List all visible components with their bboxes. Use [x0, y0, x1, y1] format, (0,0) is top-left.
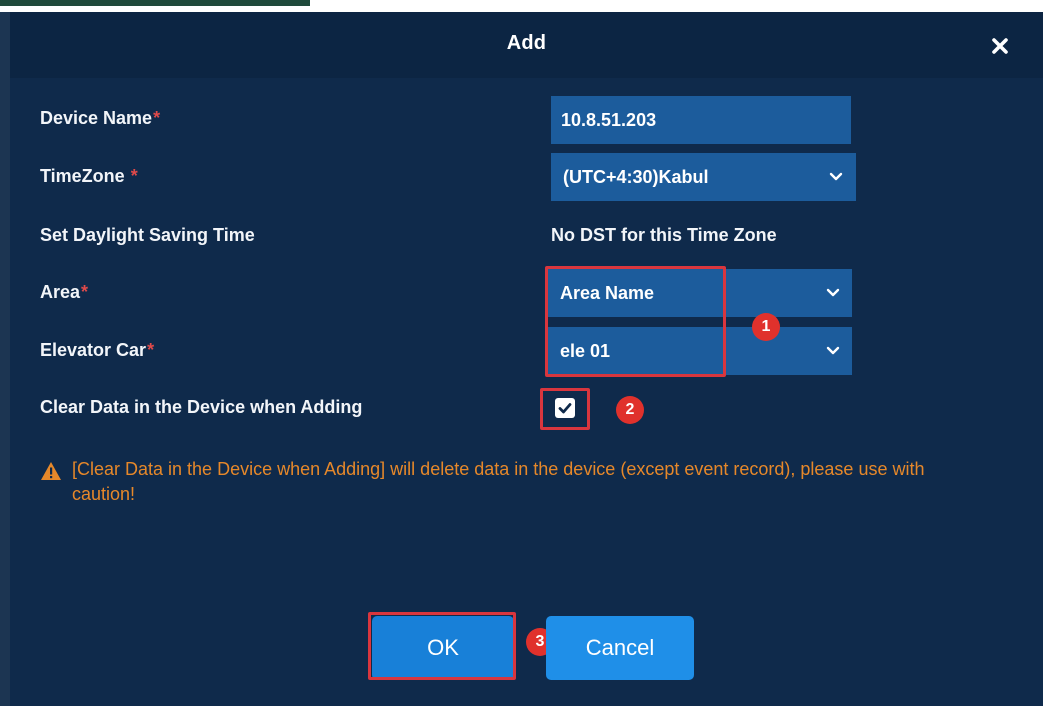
required-mark: * [81, 282, 89, 302]
required-mark: * [147, 340, 155, 360]
timezone-select[interactable]: (UTC+4:30)Kabul [551, 153, 856, 201]
chevron-down-icon [826, 346, 840, 355]
required-mark: * [153, 108, 161, 128]
annotation-highlight-2 [540, 388, 590, 430]
device-name-input[interactable]: 10.8.51.203 [551, 96, 851, 144]
annotation-highlight-1 [545, 266, 726, 377]
dst-label: Set Daylight Saving Time [40, 225, 255, 245]
annotation-highlight-3 [368, 612, 516, 680]
device-name-label: Device Name* [40, 108, 161, 128]
background-page [0, 0, 10, 706]
step-badge-2: 2 [616, 396, 644, 424]
dialog-header: Add [10, 12, 1043, 78]
background-top-strip [0, 0, 1043, 12]
timezone-select-value: (UTC+4:30)Kabul [563, 166, 709, 187]
warning-text: [Clear Data in the Device when Adding] w… [72, 459, 925, 504]
step-badge-1: 1 [752, 313, 780, 341]
clear-data-label: Clear Data in the Device when Adding [40, 397, 363, 417]
chevron-down-icon [826, 288, 840, 297]
close-icon[interactable] [986, 32, 1014, 60]
dst-value: No DST for this Time Zone [551, 225, 777, 245]
dialog-title: Add [506, 32, 547, 54]
area-label: Area* [40, 282, 89, 302]
warning-icon [41, 462, 61, 480]
background-accent [0, 0, 310, 6]
timezone-label: TimeZone * [40, 166, 138, 186]
elevator-car-label: Elevator Car* [40, 340, 155, 360]
add-device-dialog: Add Device Name* 10.8.51.203 TimeZone * … [10, 12, 1043, 706]
cancel-button[interactable]: Cancel [546, 616, 694, 680]
required-mark: * [130, 166, 138, 186]
chevron-down-icon [829, 172, 843, 181]
